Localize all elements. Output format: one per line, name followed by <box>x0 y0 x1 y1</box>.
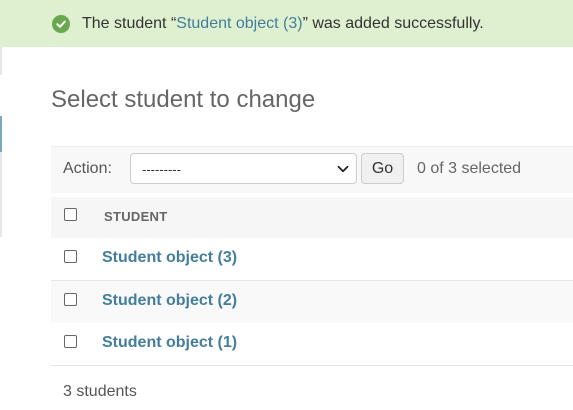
column-header-student[interactable]: STUDENT <box>104 209 168 224</box>
success-prefix: The student “ <box>82 14 177 32</box>
result-count: 3 students <box>63 383 137 400</box>
row-checkbox[interactable] <box>64 250 77 263</box>
student-link[interactable]: Student object (1) <box>102 334 237 352</box>
success-message: The student “Student object (3)” was add… <box>0 0 573 47</box>
added-object-link[interactable]: Student object (3) <box>176 15 302 32</box>
student-link[interactable]: Student object (2) <box>102 292 237 310</box>
row-checkbox[interactable] <box>64 293 77 306</box>
sidebar-edge-accent <box>0 116 2 152</box>
row-checkbox[interactable] <box>64 335 77 348</box>
table-row: Student object (3) <box>51 238 573 281</box>
go-button[interactable]: Go <box>361 153 404 184</box>
success-suffix: ” was added successfully. <box>302 14 484 32</box>
page-title: Select student to change <box>51 86 316 113</box>
check-circle-icon <box>52 14 70 33</box>
sidebar-edge <box>0 152 2 237</box>
action-label: Action: <box>63 160 112 177</box>
success-message-text: The student “Student object (3)” was add… <box>82 15 484 33</box>
table-row: Student object (2) <box>51 281 573 324</box>
action-select[interactable]: --------- <box>130 153 357 184</box>
sidebar-edge <box>0 47 2 75</box>
actions-bar: Action: --------- Go 0 of 3 selected <box>51 146 573 193</box>
student-link[interactable]: Student object (3) <box>102 249 237 267</box>
table-header: STUDENT <box>51 197 573 239</box>
selected-count: 0 of 3 selected <box>417 160 522 177</box>
table-row: Student object (1) <box>51 323 573 366</box>
action-select-value: --------- <box>142 162 181 177</box>
chevron-down-icon <box>337 165 349 173</box>
select-all-checkbox[interactable] <box>64 208 77 221</box>
